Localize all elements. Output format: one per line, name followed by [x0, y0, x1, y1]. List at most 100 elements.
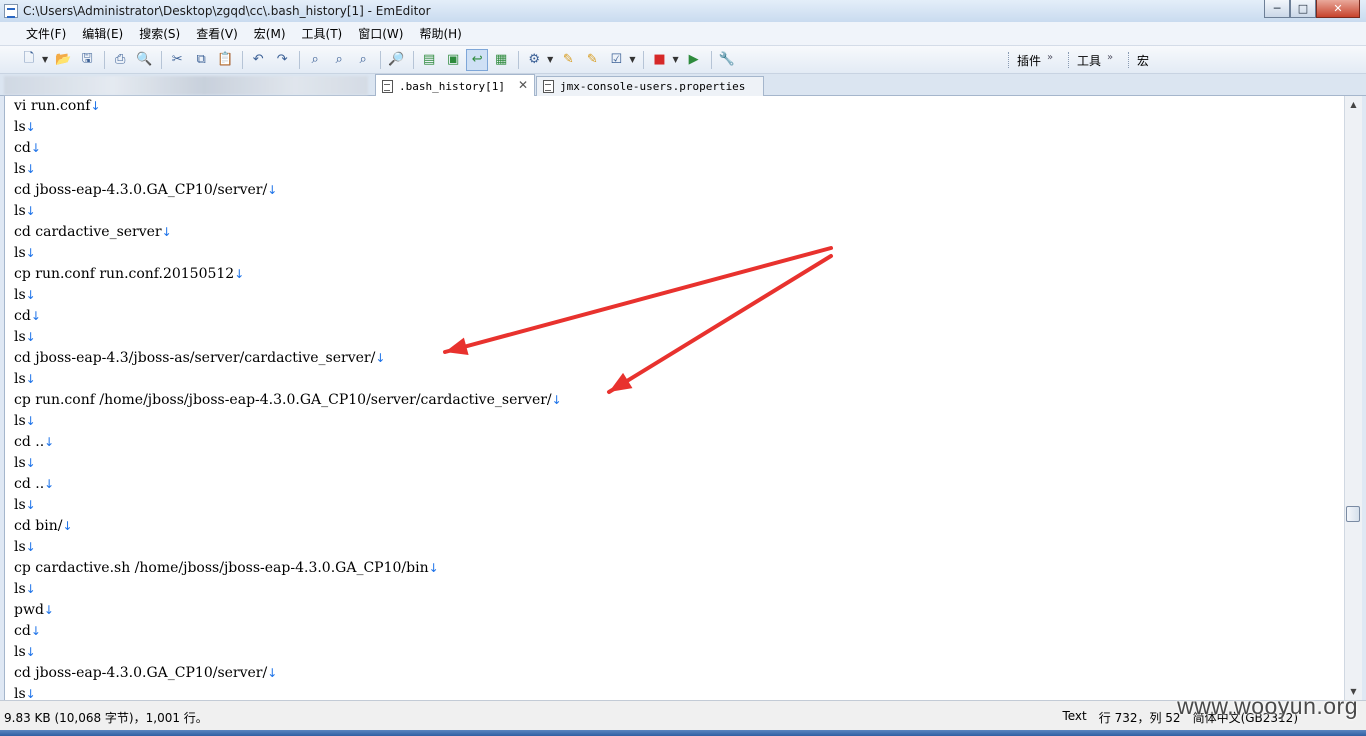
print-preview-icon[interactable]: 🔍	[133, 49, 155, 71]
menu-help[interactable]: 帮助(H)	[411, 25, 469, 42]
editor-line[interactable]: cd jboss-eap-4.3/jboss-as/server/cardact…	[14, 348, 562, 369]
annotation-arrow-shaft	[607, 254, 833, 394]
tools-toolbar[interactable]: 工具 »	[1068, 49, 1113, 71]
menu-bar: 文件(F) 编辑(E) 搜索(S) 查看(V) 宏(M) 工具(T) 窗口(W)…	[0, 22, 1366, 46]
toggle-icon[interactable]: ▤	[418, 49, 440, 71]
line-text: cd ..	[14, 476, 45, 492]
editor-line[interactable]: ls↓	[14, 411, 562, 432]
wrap-icon[interactable]: ↩	[466, 48, 489, 71]
newline-mark: ↓	[25, 204, 36, 218]
new-icon[interactable]: 🗋	[18, 49, 40, 71]
scroll-thumb[interactable]	[1346, 506, 1360, 522]
open-icon[interactable]: 📂	[52, 49, 74, 71]
view-icon[interactable]: ▦	[490, 49, 512, 71]
tools-label[interactable]: 工具	[1077, 52, 1101, 69]
close-tab-icon[interactable]: ✕	[518, 78, 528, 92]
menu-tools[interactable]: 工具(T)	[294, 25, 351, 42]
editor-line[interactable]: ls↓	[14, 201, 562, 222]
editor-line[interactable]: ls↓	[14, 369, 562, 390]
find-in-files-icon[interactable]: 🔎	[385, 49, 407, 71]
config-icon[interactable]: ✎	[581, 49, 603, 71]
status-position[interactable]: 行 732，列 52	[1099, 709, 1181, 726]
maximize-button[interactable]: □	[1290, 0, 1316, 18]
editor-line[interactable]: ls↓	[14, 453, 562, 474]
macro-icon[interactable]: ⚙	[523, 49, 545, 71]
tools-more-icon[interactable]: »	[1107, 52, 1113, 63]
find-previous-icon[interactable]: ⌕	[352, 49, 374, 71]
record-dropdown-icon[interactable]: ▼	[672, 55, 678, 64]
editor-line[interactable]: pwd↓	[14, 600, 562, 621]
editor-line[interactable]: ls↓	[14, 495, 562, 516]
editor-line[interactable]: ls↓	[14, 159, 562, 180]
run-macro-icon[interactable]: ▶	[683, 49, 705, 71]
menu-view[interactable]: 查看(V)	[188, 25, 246, 42]
emeditor-app-icon[interactable]	[4, 4, 18, 18]
editor-line[interactable]: ls↓	[14, 642, 562, 663]
paste-icon[interactable]: 📋	[214, 49, 236, 71]
copy-icon[interactable]: ⧉	[190, 49, 212, 71]
editor-line[interactable]: cd jboss-eap-4.3.0.GA_CP10/server/↓	[14, 663, 562, 684]
window-controls: ─ □ ✕	[1264, 0, 1360, 18]
find-icon[interactable]: ⌕	[304, 49, 326, 71]
redo-icon[interactable]: ↷	[271, 49, 293, 71]
plugins-toolbar[interactable]: 插件 »	[1008, 49, 1053, 71]
save-icon[interactable]: 🖫	[76, 49, 98, 71]
menu-window[interactable]: 窗口(W)	[350, 25, 411, 42]
stop-record-icon[interactable]: ■	[648, 49, 670, 71]
editor-line[interactable]: cd↓	[14, 621, 562, 642]
editor-line[interactable]: cp run.conf /home/jboss/jboss-eap-4.3.0.…	[14, 390, 562, 411]
editor-line[interactable]: ls↓	[14, 684, 562, 700]
menu-edit[interactable]: 编辑(E)	[74, 25, 131, 42]
menu-search[interactable]: 搜索(S)	[131, 25, 188, 42]
menu-file[interactable]: 文件(F)	[18, 25, 74, 42]
editor-line[interactable]: cp run.conf run.conf.20150512↓	[14, 264, 562, 285]
editor-line[interactable]: ls↓	[14, 537, 562, 558]
status-mode[interactable]: Text	[1062, 709, 1086, 726]
plugins-more-icon[interactable]: »	[1047, 52, 1053, 63]
newline-mark: ↓	[25, 120, 36, 134]
close-button[interactable]: ✕	[1316, 0, 1360, 18]
editor-line[interactable]: cd↓	[14, 138, 562, 159]
print-icon[interactable]: ⎙	[109, 49, 131, 71]
line-text: cd jboss-eap-4.3/jboss-as/server/cardact…	[14, 350, 376, 366]
toggle-icon[interactable]: ▣	[442, 49, 464, 71]
editor-line[interactable]: cd↓	[14, 306, 562, 327]
text-editor[interactable]: vi run.conf↓ ls↓ cd↓ ls↓ cd jboss-eap-4.3.0.…	[4, 96, 1344, 700]
editor-line[interactable]: cd ..↓	[14, 474, 562, 495]
tab-bash-history[interactable]: .bash_history[1] ✕	[375, 74, 535, 97]
editor-line[interactable]: ls↓	[14, 579, 562, 600]
editor-line[interactable]: vi run.conf↓	[14, 96, 562, 117]
tools-icon[interactable]: 🔧	[716, 49, 738, 71]
cut-icon[interactable]: ✂	[166, 49, 188, 71]
scroll-up-icon[interactable]: ▲	[1345, 96, 1362, 113]
tab-label: jmx-console-users.properties	[560, 80, 746, 93]
document-icon	[543, 80, 554, 93]
editor-line[interactable]: cd ..↓	[14, 432, 562, 453]
editor-line[interactable]: ls↓	[14, 243, 562, 264]
macro-dropdown-icon[interactable]: ▼	[547, 55, 553, 64]
new-dropdown-icon[interactable]: ▼	[42, 55, 48, 64]
tab-jmx-console-users[interactable]: jmx-console-users.properties	[536, 76, 764, 96]
menu-macros[interactable]: 宏(M)	[246, 25, 294, 42]
macros-label[interactable]: 宏	[1137, 52, 1149, 69]
check-icon[interactable]: ☑	[605, 49, 627, 71]
line-text: ls	[14, 581, 26, 597]
editor-line[interactable]: cd jboss-eap-4.3.0.GA_CP10/server/↓	[14, 180, 562, 201]
editor-line[interactable]: ls↓	[14, 285, 562, 306]
macros-toolbar[interactable]: 宏	[1128, 49, 1149, 71]
editor-line[interactable]: ls↓	[14, 117, 562, 138]
minimize-button[interactable]: ─	[1264, 0, 1290, 18]
check-dropdown-icon[interactable]: ▼	[629, 55, 635, 64]
newline-mark: ↓	[161, 225, 172, 239]
newline-mark: ↓	[375, 351, 386, 365]
editor-line[interactable]: cd bin/↓	[14, 516, 562, 537]
properties-icon[interactable]: ✎	[557, 49, 579, 71]
plugins-label[interactable]: 插件	[1017, 52, 1041, 69]
editor-line[interactable]: cd cardactive_server↓	[14, 222, 562, 243]
editor-line[interactable]: cp cardactive.sh /home/jboss/jboss-eap-4…	[14, 558, 562, 579]
vertical-scrollbar[interactable]: ▲ ▼	[1344, 96, 1362, 700]
newline-mark: ↓	[30, 309, 41, 323]
find-next-icon[interactable]: ⌕	[328, 49, 350, 71]
undo-icon[interactable]: ↶	[247, 49, 269, 71]
editor-line[interactable]: ls↓	[14, 327, 562, 348]
